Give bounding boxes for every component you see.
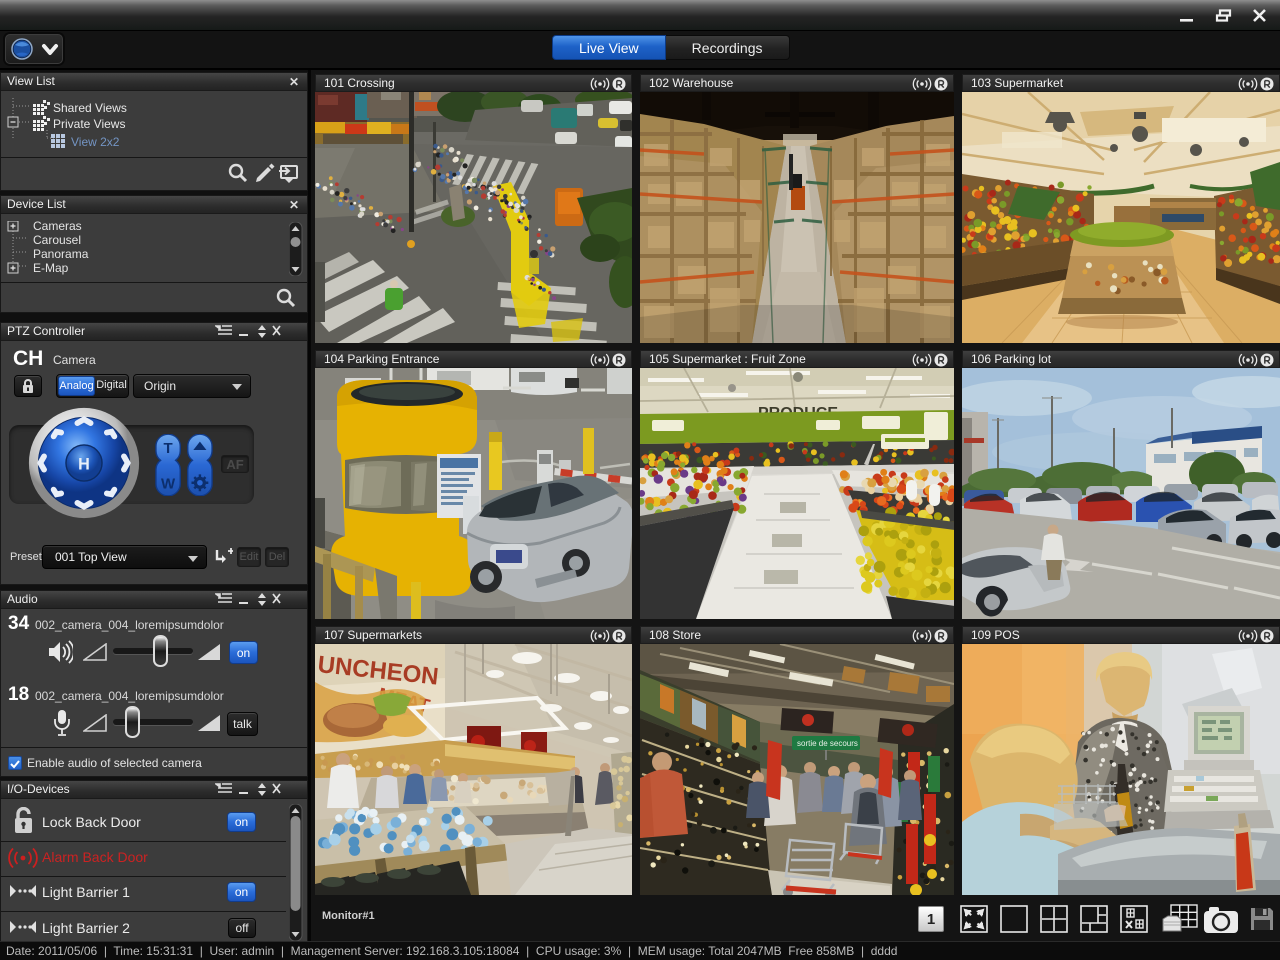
svg-text:E-Map: E-Map xyxy=(33,261,69,275)
svg-text:View 2x2: View 2x2 xyxy=(71,135,120,149)
svg-text:Carousel: Carousel xyxy=(33,233,81,247)
svg-text:Cameras: Cameras xyxy=(33,221,82,233)
svg-text:sortie de secours: sortie de secours xyxy=(797,739,858,748)
svg-text:Private Views: Private Views xyxy=(53,117,125,131)
svg-text:H: H xyxy=(78,456,90,474)
svg-text:T: T xyxy=(164,440,173,457)
svg-text:Shared Views: Shared Views xyxy=(53,101,127,115)
svg-text:W: W xyxy=(161,475,176,492)
svg-text:Panorama: Panorama xyxy=(33,247,89,261)
